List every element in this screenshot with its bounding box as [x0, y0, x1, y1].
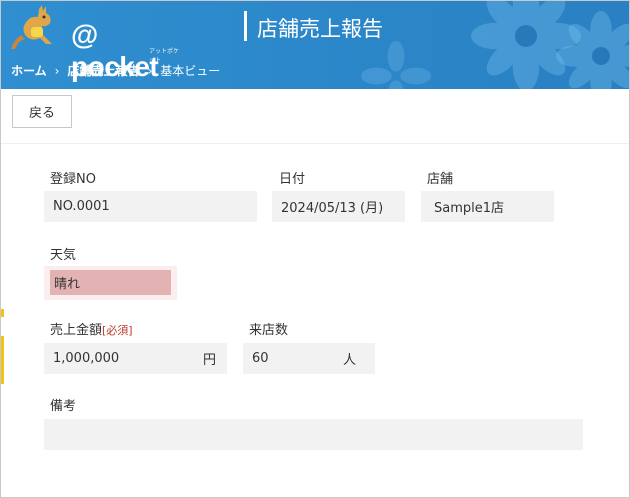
breadcrumb-separator-icon: ›: [54, 63, 60, 78]
notes-label: 備考: [50, 399, 77, 414]
reg-no-value: NO.0001: [53, 199, 110, 214]
visitors-label: 来店数: [249, 323, 289, 338]
breadcrumb-app[interactable]: 店舗売上報告: [67, 62, 139, 79]
sales-unit: 円: [202, 353, 216, 368]
divider: [1, 143, 629, 144]
flower-decoration-icon: [556, 11, 629, 89]
flower-decoration-icon: [361, 41, 431, 89]
header-bar: @ pocket アットポケット 店舗売上報告 ホーム › 店舗売上報告 › 基…: [1, 1, 629, 89]
app-logo[interactable]: @ pocket アットポケット: [11, 5, 181, 82]
store-value: Sample1店: [434, 201, 505, 216]
visitors-unit: 人: [342, 353, 356, 368]
visitors-field: 60 人: [243, 343, 375, 374]
reg-no-field: NO.0001: [44, 191, 257, 222]
app-window: @ pocket アットポケット 店舗売上報告 ホーム › 店舗売上報告 › 基…: [0, 0, 630, 498]
reg-no-label: 登録NO: [50, 172, 96, 187]
sales-label-text: 売上金額: [50, 323, 103, 338]
breadcrumb: ホーム › 店舗売上報告 › 基本ビュー: [11, 62, 220, 79]
page-title: 店舗売上報告: [257, 17, 383, 41]
back-button[interactable]: 戻る: [12, 95, 72, 128]
date-label: 日付: [279, 172, 306, 187]
edge-marker: [1, 336, 4, 384]
visitors-value: 60: [252, 351, 269, 366]
sales-field: 1,000,000 円: [44, 343, 227, 374]
breadcrumb-separator-icon: ›: [147, 63, 153, 78]
title-accent-bar: [244, 11, 247, 41]
breadcrumb-home[interactable]: ホーム: [11, 62, 47, 79]
sales-label: 売上金額[必須]: [50, 319, 133, 338]
weather-value: 晴れ: [50, 270, 171, 295]
weather-field: 晴れ: [44, 266, 177, 300]
date-field: 2024/05/13 (月): [272, 191, 405, 222]
store-label: 店舗: [427, 172, 454, 187]
notes-field: [44, 419, 583, 450]
date-value: 2024/05/13 (月): [281, 201, 384, 216]
weather-label: 天気: [50, 248, 77, 263]
kangaroo-logo-icon: [11, 5, 52, 49]
edge-marker: [1, 309, 4, 317]
breadcrumb-view[interactable]: 基本ビュー: [160, 62, 220, 79]
store-field: Sample1店: [421, 191, 554, 222]
required-badge: [必須]: [102, 324, 133, 337]
sales-value: 1,000,000: [53, 351, 120, 366]
